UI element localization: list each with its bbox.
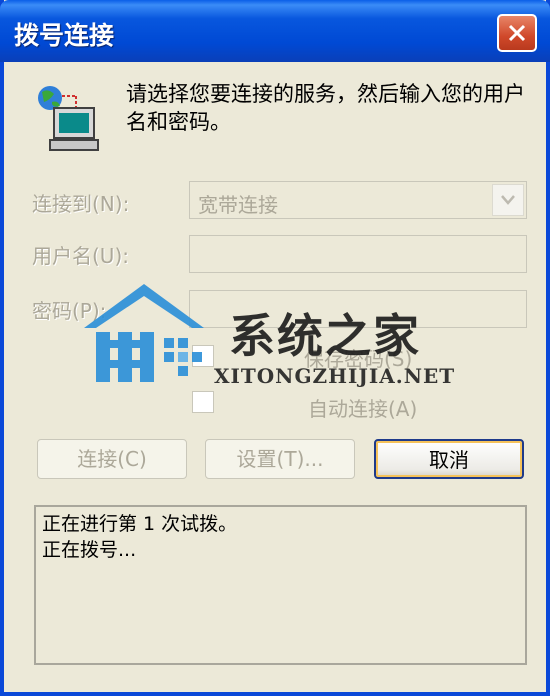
settings-button[interactable]: 设置(T)... (205, 439, 355, 479)
close-button[interactable] (497, 14, 537, 52)
connect-to-label: 连接到(N): (32, 192, 130, 216)
watermark-title: 系统之家 (229, 309, 421, 363)
cancel-button[interactable]: 取消 (374, 439, 524, 479)
house-logo-icon (84, 284, 204, 382)
close-icon (508, 24, 526, 42)
dial-up-dialog: 拨号连接 请选择您要连接的服务，然后输入您的用户名和密码。 连接到(N): 宽带… (0, 0, 550, 696)
network-computer-icon (38, 86, 99, 151)
chevron-down-icon (501, 195, 515, 205)
status-line: 正在拨号... (42, 539, 137, 561)
connect-to-value: 宽带连接 (198, 193, 278, 217)
title-bar[interactable]: 拨号连接 (0, 0, 550, 62)
watermark-subtitle: XITONGZHIJIA.NET (214, 364, 456, 388)
intro-text: 请选择您要连接的服务，然后输入您的用户名和密码。 (126, 82, 525, 134)
window-title: 拨号连接 (14, 21, 115, 50)
status-line: 正在进行第 1 次试拨。 (42, 513, 238, 535)
connect-to-combo[interactable]: 宽带连接 (189, 181, 527, 219)
watermark: 系统之家 XITONGZHIJIA.NET (74, 280, 484, 420)
username-field[interactable] (189, 235, 527, 273)
combo-dropdown-button[interactable] (492, 184, 524, 216)
connect-button[interactable]: 连接(C) (37, 439, 187, 479)
status-log: 正在进行第 1 次试拨。 正在拨号... (34, 505, 527, 665)
username-label: 用户名(U): (32, 244, 129, 268)
